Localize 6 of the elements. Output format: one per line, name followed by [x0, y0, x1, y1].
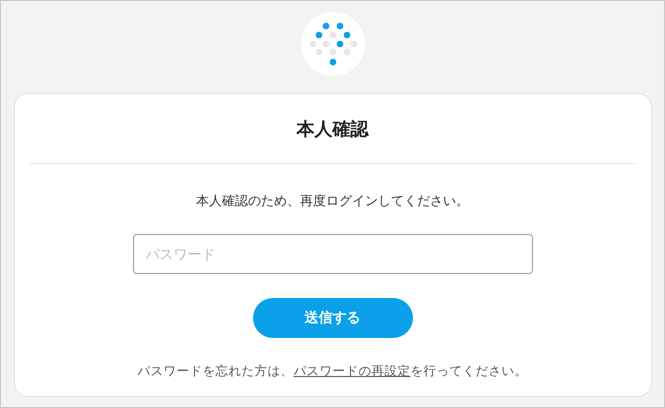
card-title: 本人確認	[296, 118, 368, 141]
logo-icon	[300, 12, 364, 76]
password-field[interactable]: パスワード	[132, 234, 532, 274]
footer-text: パスワードを忘れた方は、パスワードの再設定 を行ってください。	[138, 362, 528, 380]
instruction-text: 本人確認のため、再度ログインしてください。	[196, 192, 469, 210]
reset-password-link[interactable]: パスワードの再設定	[294, 364, 410, 378]
